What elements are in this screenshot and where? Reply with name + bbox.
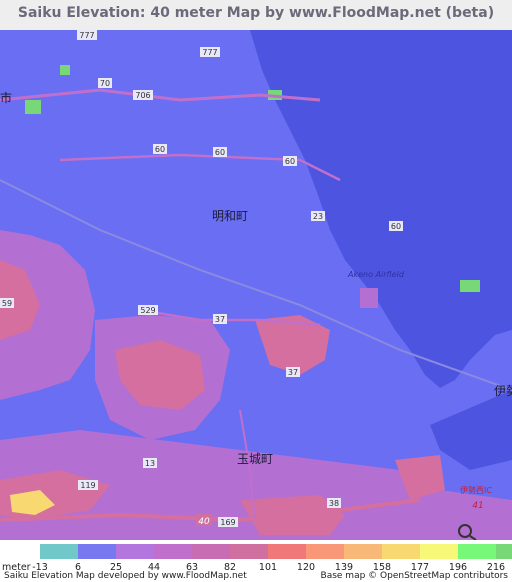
svg-text:529: 529 bbox=[140, 306, 155, 315]
svg-text:40: 40 bbox=[198, 517, 210, 527]
map-canvas: 777 777 70 706 60 60 60 60 23 59 529 37 … bbox=[0, 30, 512, 540]
road-shield-60d: 60 bbox=[389, 221, 403, 231]
svg-text:60: 60 bbox=[215, 148, 225, 157]
svg-text:119: 119 bbox=[80, 481, 95, 490]
legend-swatch bbox=[306, 544, 344, 559]
elevation-map[interactable]: 777 777 70 706 60 60 60 60 23 59 529 37 … bbox=[0, 30, 512, 540]
road-shield-119: 119 bbox=[78, 480, 98, 490]
legend-swatch bbox=[458, 544, 496, 559]
svg-text:41: 41 bbox=[472, 501, 483, 511]
legend-tick: 101 bbox=[258, 562, 278, 573]
svg-text:169: 169 bbox=[220, 518, 235, 527]
road-shield-706: 706 bbox=[133, 90, 153, 100]
svg-text:13: 13 bbox=[145, 459, 155, 468]
svg-text:37: 37 bbox=[288, 368, 298, 377]
legend-swatch bbox=[192, 544, 230, 559]
road-shield-60b: 60 bbox=[213, 147, 227, 157]
road-shield-60c: 60 bbox=[283, 156, 297, 166]
legend-swatch bbox=[268, 544, 306, 559]
road-shield-23: 23 bbox=[311, 211, 325, 221]
svg-text:777: 777 bbox=[202, 48, 217, 57]
coastal-patch bbox=[460, 280, 480, 292]
town-label-tamaki: 玉城町 bbox=[237, 452, 273, 466]
town-label-ise: 伊勢 bbox=[494, 383, 512, 398]
svg-text:59: 59 bbox=[2, 299, 12, 308]
town-label-shi: 市 bbox=[0, 90, 12, 105]
legend-swatch bbox=[78, 544, 116, 559]
road-shield-40: 40 bbox=[196, 514, 212, 527]
map-title: Saiku Elevation: 40 meter Map by www.Flo… bbox=[17, 5, 495, 21]
airfield-patch bbox=[360, 288, 378, 308]
svg-text:60: 60 bbox=[155, 145, 165, 154]
road-shield-70: 70 bbox=[98, 78, 112, 88]
svg-text:777: 777 bbox=[79, 31, 94, 40]
svg-text:23: 23 bbox=[313, 212, 323, 221]
legend-swatch bbox=[116, 544, 154, 559]
legend-swatch bbox=[382, 544, 420, 559]
legend-swatch bbox=[344, 544, 382, 559]
road-shield-37a: 37 bbox=[213, 314, 227, 324]
road-shield-169: 169 bbox=[218, 517, 238, 527]
road-shield-37b: 37 bbox=[286, 367, 300, 377]
legend-tick: 120 bbox=[296, 562, 316, 573]
coastal-patch bbox=[60, 65, 70, 75]
title-bar: Saiku Elevation: 40 meter Map by www.Flo… bbox=[0, 0, 512, 31]
airfield-label: Akeno Airfield bbox=[347, 270, 405, 279]
road-shield-41: 41 bbox=[472, 501, 483, 511]
town-label-meiwa: 明和町 bbox=[212, 209, 248, 223]
svg-text:70: 70 bbox=[100, 79, 110, 88]
legend-swatch bbox=[230, 544, 268, 559]
road-shield-38: 38 bbox=[327, 498, 341, 508]
svg-text:37: 37 bbox=[215, 315, 225, 324]
road-shield-60a: 60 bbox=[153, 144, 167, 154]
credit-left: Saiku Elevation Map developed by www.Flo… bbox=[4, 571, 247, 581]
credit-right: Base map © OpenStreetMap contributors bbox=[320, 571, 508, 581]
legend-swatch bbox=[496, 544, 512, 559]
svg-text:706: 706 bbox=[135, 91, 150, 100]
elevation-legend: meter -13 6 25 44 63 82 101 120 139 158 177 196 216 … bbox=[0, 540, 512, 582]
road-shield-529: 529 bbox=[138, 305, 158, 315]
svg-text:60: 60 bbox=[391, 222, 401, 231]
road-shield-777a: 777 bbox=[77, 30, 97, 40]
legend-swatch bbox=[154, 544, 192, 559]
road-shield-777b: 777 bbox=[200, 47, 220, 57]
interchange-label: 伊勢西IC bbox=[460, 485, 492, 495]
coastal-patch bbox=[25, 100, 41, 114]
road-shield-59: 59 bbox=[0, 298, 14, 308]
legend-swatch bbox=[40, 544, 78, 559]
road-shield-13: 13 bbox=[143, 458, 157, 468]
legend-swatch bbox=[420, 544, 458, 559]
svg-text:60: 60 bbox=[285, 157, 295, 166]
svg-text:38: 38 bbox=[329, 499, 339, 508]
